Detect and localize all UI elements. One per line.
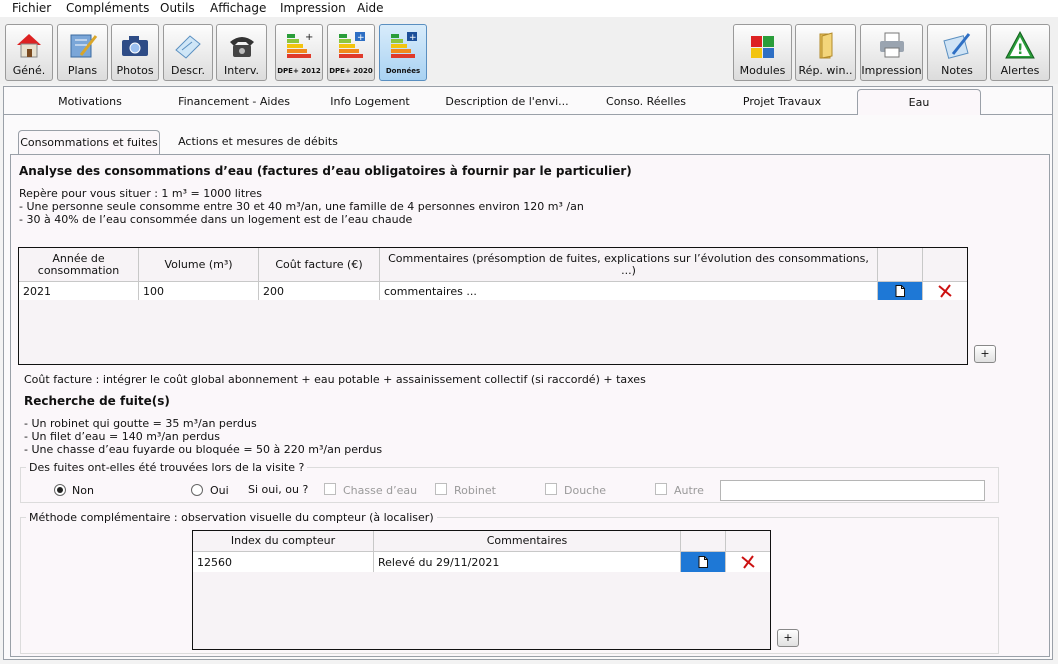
menu-aide[interactable]: Aide xyxy=(357,1,384,15)
phone-icon xyxy=(229,37,254,57)
energy-label-icon: + xyxy=(287,32,313,58)
document-icon xyxy=(698,556,708,568)
toolbar-alertes-button[interactable]: ! Alertes xyxy=(990,24,1050,81)
conso-header-cout: Coût facture (€) xyxy=(275,257,363,271)
folder-icon xyxy=(819,32,832,59)
conso-add-button[interactable]: + xyxy=(974,345,996,363)
conso-cell-volume[interactable]: 100 xyxy=(139,282,258,300)
toolbar-rep-win-button[interactable]: Rép. win.. xyxy=(795,24,856,81)
menu-impression[interactable]: Impression xyxy=(280,1,346,15)
conso-header-annee: Année de consommation xyxy=(37,251,120,277)
radio-oui-label: Oui xyxy=(210,484,229,497)
compteur-add-button[interactable]: + xyxy=(777,629,799,647)
toolbar-dpe2012-button[interactable]: + DPE+ 2012 xyxy=(275,24,323,81)
toolbar-descr-button[interactable]: Descr. xyxy=(163,24,213,81)
toolbar-donnees-button[interactable]: + Données xyxy=(379,24,427,81)
conso-header-commentaires: Commentaires (présomption de fuites, exp… xyxy=(388,251,869,277)
analysis-title: Analyse des consommations d’eau (facture… xyxy=(19,164,632,178)
menu-outils[interactable]: Outils xyxy=(160,1,195,15)
compteur-header-commentaires: Commentaires xyxy=(486,534,568,547)
compteur-document-button[interactable] xyxy=(681,552,725,572)
compteur-cell-commentaires[interactable]: Relevé du 29/11/2021 xyxy=(374,552,680,572)
autre-input[interactable] xyxy=(720,480,985,501)
toolbar-gene-button[interactable]: Géné. xyxy=(5,24,53,81)
energy-label-icon: + xyxy=(339,32,365,58)
conso-table: Année de consommation Volume (m³) Coût f… xyxy=(18,247,968,365)
conso-cell-cout[interactable]: 200 xyxy=(259,282,379,300)
plans-icon xyxy=(70,34,97,58)
menu-complements[interactable]: Compléments xyxy=(66,1,149,15)
compteur-header-index: Index du compteur xyxy=(230,534,336,547)
radio-non[interactable] xyxy=(54,484,66,496)
conso-document-button[interactable] xyxy=(878,282,922,300)
conso-cell-annee[interactable]: 2021 xyxy=(19,282,138,300)
puzzle-icon xyxy=(750,36,774,58)
house-icon xyxy=(17,34,41,58)
tab-motivations[interactable]: Motivations xyxy=(34,89,146,115)
fuite-line-2: - Un filet d’eau = 140 m³/an perdus xyxy=(24,430,221,443)
toolbar: Géné. Plans Photos Descr. Interv. + DPE+… xyxy=(0,17,1058,84)
fuite-question: Des fuites ont-elles été trouvées lors d… xyxy=(26,461,308,474)
alert-icon: ! xyxy=(1005,30,1035,59)
analysis-line-3: - 30 à 40% de l’eau consommée dans un lo… xyxy=(19,213,413,226)
tab-bar: Motivations Financement - Aides Info Log… xyxy=(4,89,1052,115)
compteur-table: Index du compteur Commentaires 12560 Rel… xyxy=(192,530,771,650)
fuite-line-1: - Un robinet qui goutte = 35 m³/an perdu… xyxy=(24,417,257,430)
checkbox-douche[interactable] xyxy=(545,483,557,495)
conso-header-volume: Volume (m³) xyxy=(164,257,233,271)
si-oui-label: Si oui, ou ? xyxy=(248,483,309,496)
svg-text:+: + xyxy=(305,32,313,43)
svg-text:+: + xyxy=(357,33,365,43)
tab-financement[interactable]: Financement - Aides xyxy=(164,89,304,115)
subtab-consommations[interactable]: Consommations et fuites xyxy=(18,130,160,154)
subtab-actions[interactable]: Actions et mesures de débits xyxy=(172,130,344,154)
checkbox-douche-label: Douche xyxy=(564,484,606,497)
tab-description[interactable]: Description de l'envi... xyxy=(442,89,572,115)
menu-bar: Fichier Compléments Outils Affichage Imp… xyxy=(0,0,1058,17)
checkbox-robinet-label: Robinet xyxy=(454,484,496,497)
methode-legend: Méthode complémentaire : observation vis… xyxy=(26,511,437,524)
tab-eau[interactable]: Eau xyxy=(857,89,981,115)
delete-icon xyxy=(938,284,952,298)
toolbar-dpe2020-button[interactable]: + DPE+ 2020 xyxy=(327,24,375,81)
tab-projet-travaux[interactable]: Projet Travaux xyxy=(720,89,844,115)
toolbar-notes-button[interactable]: Notes xyxy=(927,24,987,81)
checkbox-autre-label: Autre xyxy=(674,484,704,497)
conso-cell-commentaires[interactable]: commentaires ... xyxy=(380,282,877,300)
radio-non-label: Non xyxy=(72,484,94,497)
fuite-title: Recherche de fuite(s) xyxy=(24,394,170,408)
checkbox-autre[interactable] xyxy=(655,483,667,495)
toolbar-interv-button[interactable]: Interv. xyxy=(216,24,267,81)
svg-text:!: ! xyxy=(1017,42,1023,58)
cout-note: Coût facture : intégrer le coût global a… xyxy=(24,373,646,386)
description-icon xyxy=(175,35,201,59)
compteur-delete-button[interactable] xyxy=(726,552,770,572)
printer-icon xyxy=(879,32,904,58)
checkbox-chasse-label: Chasse d’eau xyxy=(343,484,418,497)
toolbar-plans-button[interactable]: Plans xyxy=(57,24,108,81)
conso-delete-button[interactable] xyxy=(923,282,967,300)
camera-icon xyxy=(122,36,148,56)
radio-oui[interactable] xyxy=(191,484,203,496)
svg-text:+: + xyxy=(409,33,417,43)
checkbox-robinet[interactable] xyxy=(435,483,447,495)
checkbox-chasse[interactable] xyxy=(324,483,336,495)
document-icon xyxy=(895,285,905,297)
menu-affichage[interactable]: Affichage xyxy=(210,1,266,15)
fuite-line-3: - Une chasse d’eau fuyarde ou bloquée = … xyxy=(24,443,383,456)
toolbar-impression-button[interactable]: Impression xyxy=(860,24,923,81)
analysis-line-1: Repère pour vous situer : 1 m³ = 1000 li… xyxy=(19,187,262,200)
delete-icon xyxy=(741,555,755,569)
menu-fichier[interactable]: Fichier xyxy=(12,1,51,15)
analysis-line-2: - Une personne seule consomme entre 30 e… xyxy=(19,200,584,213)
tab-info-logement[interactable]: Info Logement xyxy=(314,89,426,115)
tab-conso-reelles[interactable]: Conso. Réelles xyxy=(590,89,702,115)
toolbar-photos-button[interactable]: Photos xyxy=(111,24,159,81)
toolbar-modules-button[interactable]: Modules xyxy=(733,24,792,81)
notes-icon xyxy=(943,33,971,59)
energy-data-icon: + xyxy=(391,32,417,58)
subtab-underline xyxy=(10,154,1050,155)
compteur-cell-index[interactable]: 12560 xyxy=(193,552,373,572)
